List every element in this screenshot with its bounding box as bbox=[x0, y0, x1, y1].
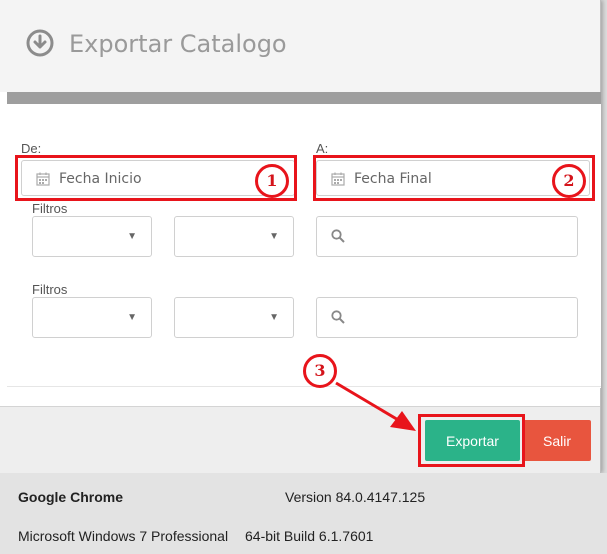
annotation-badge-2: 2 bbox=[552, 164, 586, 198]
filters-label: Filtros bbox=[32, 201, 68, 216]
filter-select-1[interactable]: ▼ bbox=[32, 216, 152, 257]
progress-bar bbox=[7, 92, 601, 104]
search-icon bbox=[331, 310, 345, 324]
os-name: Microsoft Windows 7 Professional bbox=[18, 528, 229, 544]
search-icon bbox=[331, 229, 345, 243]
filter-select-2[interactable]: ▼ bbox=[174, 216, 294, 257]
export-modal: Exportar Catalogo De: A: Fecha Inicio Fe… bbox=[0, 0, 601, 474]
filter-search-input[interactable] bbox=[316, 216, 578, 257]
system-info-panel: Google Chrome Version 84.0.4147.125 Micr… bbox=[0, 473, 607, 554]
filter-search-input[interactable] bbox=[316, 297, 578, 338]
divider bbox=[7, 386, 601, 387]
filters-label: Filtros bbox=[32, 282, 68, 297]
modal-header: Exportar Catalogo bbox=[0, 0, 600, 92]
filter-select-2[interactable]: ▼ bbox=[174, 297, 294, 338]
to-label: A: bbox=[316, 141, 329, 156]
browser-version: Version 84.0.4147.125 bbox=[285, 489, 426, 505]
caret-down-icon: ▼ bbox=[269, 231, 279, 242]
download-circle-icon bbox=[26, 29, 54, 57]
from-label: De: bbox=[21, 141, 42, 156]
annotation-badge-1: 1 bbox=[255, 164, 289, 198]
browser-name: Google Chrome bbox=[18, 489, 124, 505]
caret-down-icon: ▼ bbox=[127, 231, 137, 242]
caret-down-icon: ▼ bbox=[269, 312, 279, 323]
exit-button[interactable]: Salir bbox=[523, 420, 591, 461]
annotation-highlight-export bbox=[418, 414, 525, 467]
annotation-arrow-icon bbox=[335, 381, 416, 431]
filter-select-1[interactable]: ▼ bbox=[32, 297, 152, 338]
caret-down-icon: ▼ bbox=[127, 312, 137, 323]
modal-title: Exportar Catalogo bbox=[69, 30, 287, 58]
os-build: 64-bit Build 6.1.7601 bbox=[245, 528, 374, 544]
